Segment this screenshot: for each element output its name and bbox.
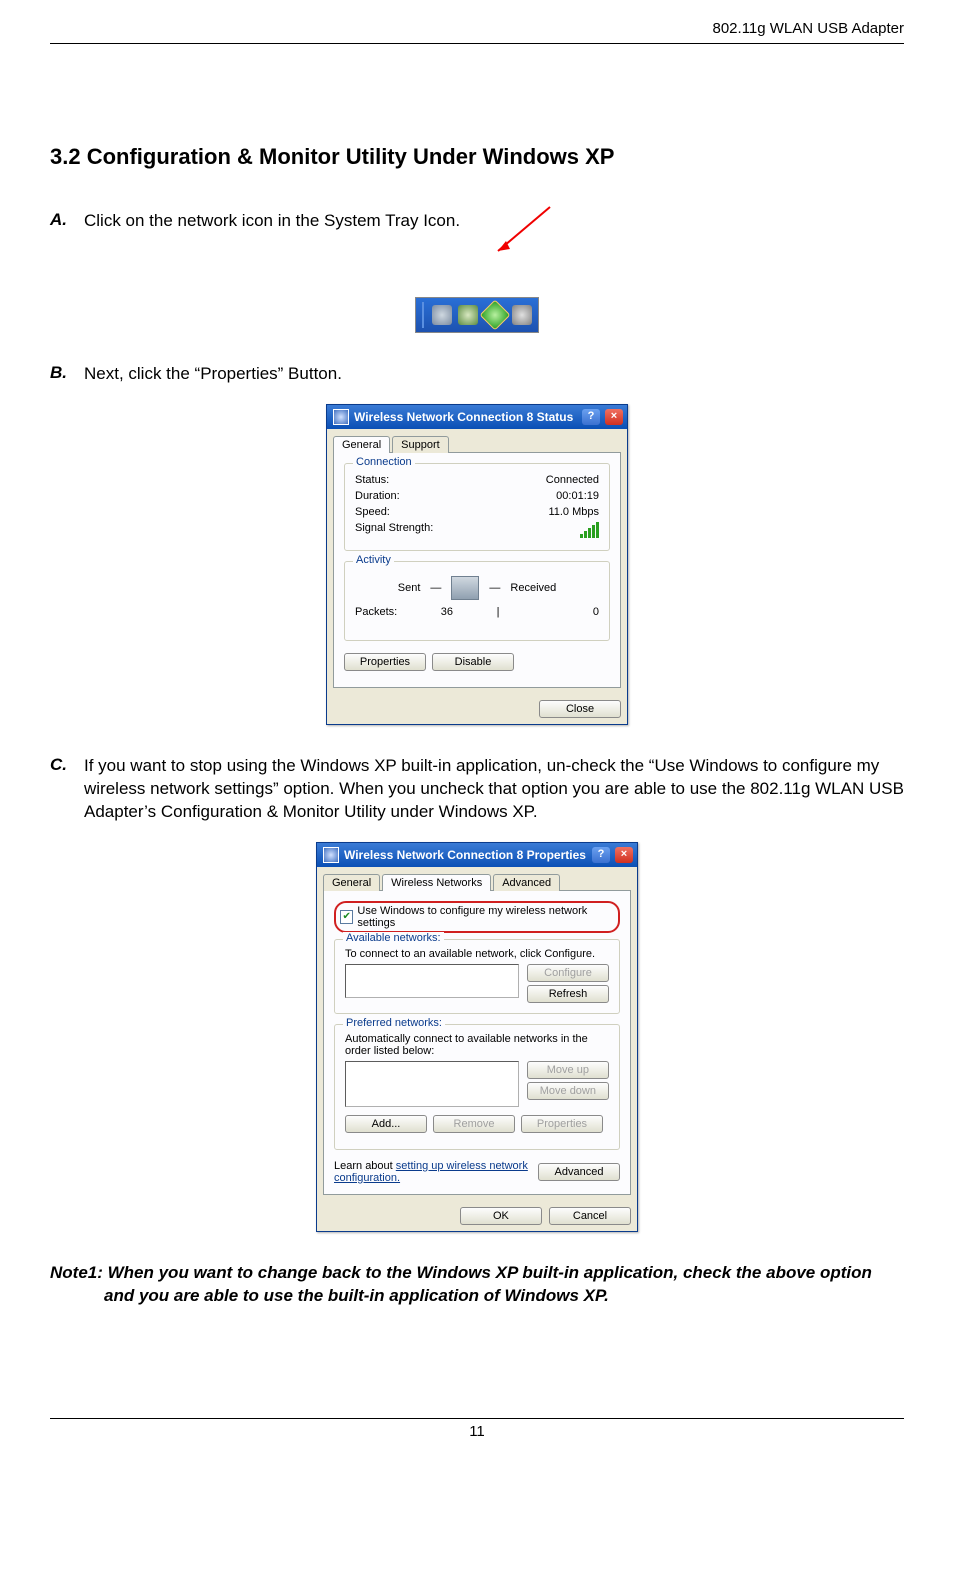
val-sent: 36 xyxy=(397,606,496,618)
step-c-label: C. xyxy=(50,755,84,824)
advanced-button[interactable]: Advanced xyxy=(538,1163,620,1181)
lbl-status: Status: xyxy=(355,474,389,486)
page-header: 802.11g WLAN USB Adapter xyxy=(50,20,904,39)
status-title: Wireless Network Connection 8 Status xyxy=(354,410,577,424)
tab-general[interactable]: General xyxy=(333,436,390,453)
lbl-signal: Signal Strength: xyxy=(355,522,433,538)
use-windows-checkbox[interactable]: ✔ xyxy=(340,910,353,924)
lbl-received: Received xyxy=(510,582,556,594)
tab-wireless-networks[interactable]: Wireless Networks xyxy=(382,874,491,891)
val-duration: 00:01:19 xyxy=(556,490,599,502)
use-windows-checkbox-row: ✔ Use Windows to configure my wireless n… xyxy=(334,901,620,933)
signal-strength-icon xyxy=(580,522,599,538)
tab-advanced[interactable]: Advanced xyxy=(493,874,560,891)
lbl-speed: Speed: xyxy=(355,506,390,518)
wireless-icon xyxy=(323,847,339,863)
system-tray xyxy=(415,297,539,333)
properties-button[interactable]: Properties xyxy=(344,653,426,671)
activity-icon xyxy=(451,576,479,600)
tab-general[interactable]: General xyxy=(323,874,380,891)
props-title: Wireless Network Connection 8 Properties xyxy=(344,848,587,862)
cancel-button[interactable]: Cancel xyxy=(549,1207,631,1225)
step-a-text: Click on the network icon in the System … xyxy=(84,210,904,233)
lbl-packets: Packets: xyxy=(355,606,397,618)
configure-button[interactable]: Configure xyxy=(527,964,609,982)
add-button[interactable]: Add... xyxy=(345,1115,427,1133)
tray-network-icon[interactable] xyxy=(479,299,510,330)
tray-plug-icon[interactable] xyxy=(458,305,478,325)
legend-connection: Connection xyxy=(353,456,415,468)
properties-dialog: Wireless Network Connection 8 Properties… xyxy=(316,842,638,1232)
status-dialog: Wireless Network Connection 8 Status ? ×… xyxy=(326,404,628,725)
legend-activity: Activity xyxy=(353,554,394,566)
val-speed: 11.0 Mbps xyxy=(548,506,599,518)
note1: Note1: When you want to change back to t… xyxy=(50,1262,904,1308)
figure-systray xyxy=(50,251,904,333)
ok-button[interactable]: OK xyxy=(460,1207,542,1225)
learn-text: Learn about xyxy=(334,1160,396,1172)
figure-status-dialog: Wireless Network Connection 8 Status ? ×… xyxy=(50,404,904,725)
movedown-button[interactable]: Move down xyxy=(527,1082,609,1100)
group-preferred: Preferred networks: Automatically connec… xyxy=(334,1024,620,1150)
step-b: B. Next, click the “Properties” Button. xyxy=(50,363,904,386)
header-rule xyxy=(50,43,904,44)
legend-available: Available networks: xyxy=(343,932,444,944)
wireless-icon xyxy=(333,409,349,425)
figure-properties-dialog: Wireless Network Connection 8 Properties… xyxy=(50,842,904,1232)
close-dialog-button[interactable]: Close xyxy=(539,700,621,718)
tray-monitor-icon[interactable] xyxy=(432,305,452,325)
help-button[interactable]: ? xyxy=(592,847,610,863)
step-b-text: Next, click the “Properties” Button. xyxy=(84,363,904,386)
close-button[interactable]: × xyxy=(605,409,623,425)
tray-misc-icon[interactable] xyxy=(512,305,532,325)
val-status: Connected xyxy=(546,474,599,486)
close-button[interactable]: × xyxy=(615,847,633,863)
available-networks-list[interactable] xyxy=(345,964,519,998)
status-titlebar: Wireless Network Connection 8 Status ? × xyxy=(327,405,627,429)
section-title: 3.2 Configuration & Monitor Utility Unde… xyxy=(50,144,904,170)
group-available: Available networks: To connect to an ava… xyxy=(334,939,620,1014)
step-c-text: If you want to stop using the Windows XP… xyxy=(84,755,904,824)
group-connection: Connection Status:Connected Duration:00:… xyxy=(344,463,610,551)
lbl-sent: Sent xyxy=(398,582,421,594)
legend-preferred: Preferred networks: xyxy=(343,1017,445,1029)
page-number: 11 xyxy=(50,1418,904,1440)
disable-button[interactable]: Disable xyxy=(432,653,514,671)
moveup-button[interactable]: Move up xyxy=(527,1061,609,1079)
refresh-button[interactable]: Refresh xyxy=(527,985,609,1003)
step-a: A. Click on the network icon in the Syst… xyxy=(50,210,904,233)
val-received: 0 xyxy=(500,606,599,618)
props-titlebar: Wireless Network Connection 8 Properties… xyxy=(317,843,637,867)
group-activity: Activity Sent — — Received Packets: 36 xyxy=(344,561,610,641)
step-b-label: B. xyxy=(50,363,84,386)
netprops-button[interactable]: Properties xyxy=(521,1115,603,1133)
step-c: C. If you want to stop using the Windows… xyxy=(50,755,904,824)
use-windows-label: Use Windows to configure my wireless net… xyxy=(357,905,614,929)
tray-separator-icon xyxy=(422,302,424,328)
remove-button[interactable]: Remove xyxy=(433,1115,515,1133)
preferred-networks-list[interactable] xyxy=(345,1061,519,1107)
available-hint: To connect to an available network, clic… xyxy=(345,948,609,960)
preferred-hint: Automatically connect to available netwo… xyxy=(345,1033,609,1057)
step-a-label: A. xyxy=(50,210,84,233)
tab-support[interactable]: Support xyxy=(392,436,449,453)
lbl-duration: Duration: xyxy=(355,490,400,502)
help-button[interactable]: ? xyxy=(582,409,600,425)
